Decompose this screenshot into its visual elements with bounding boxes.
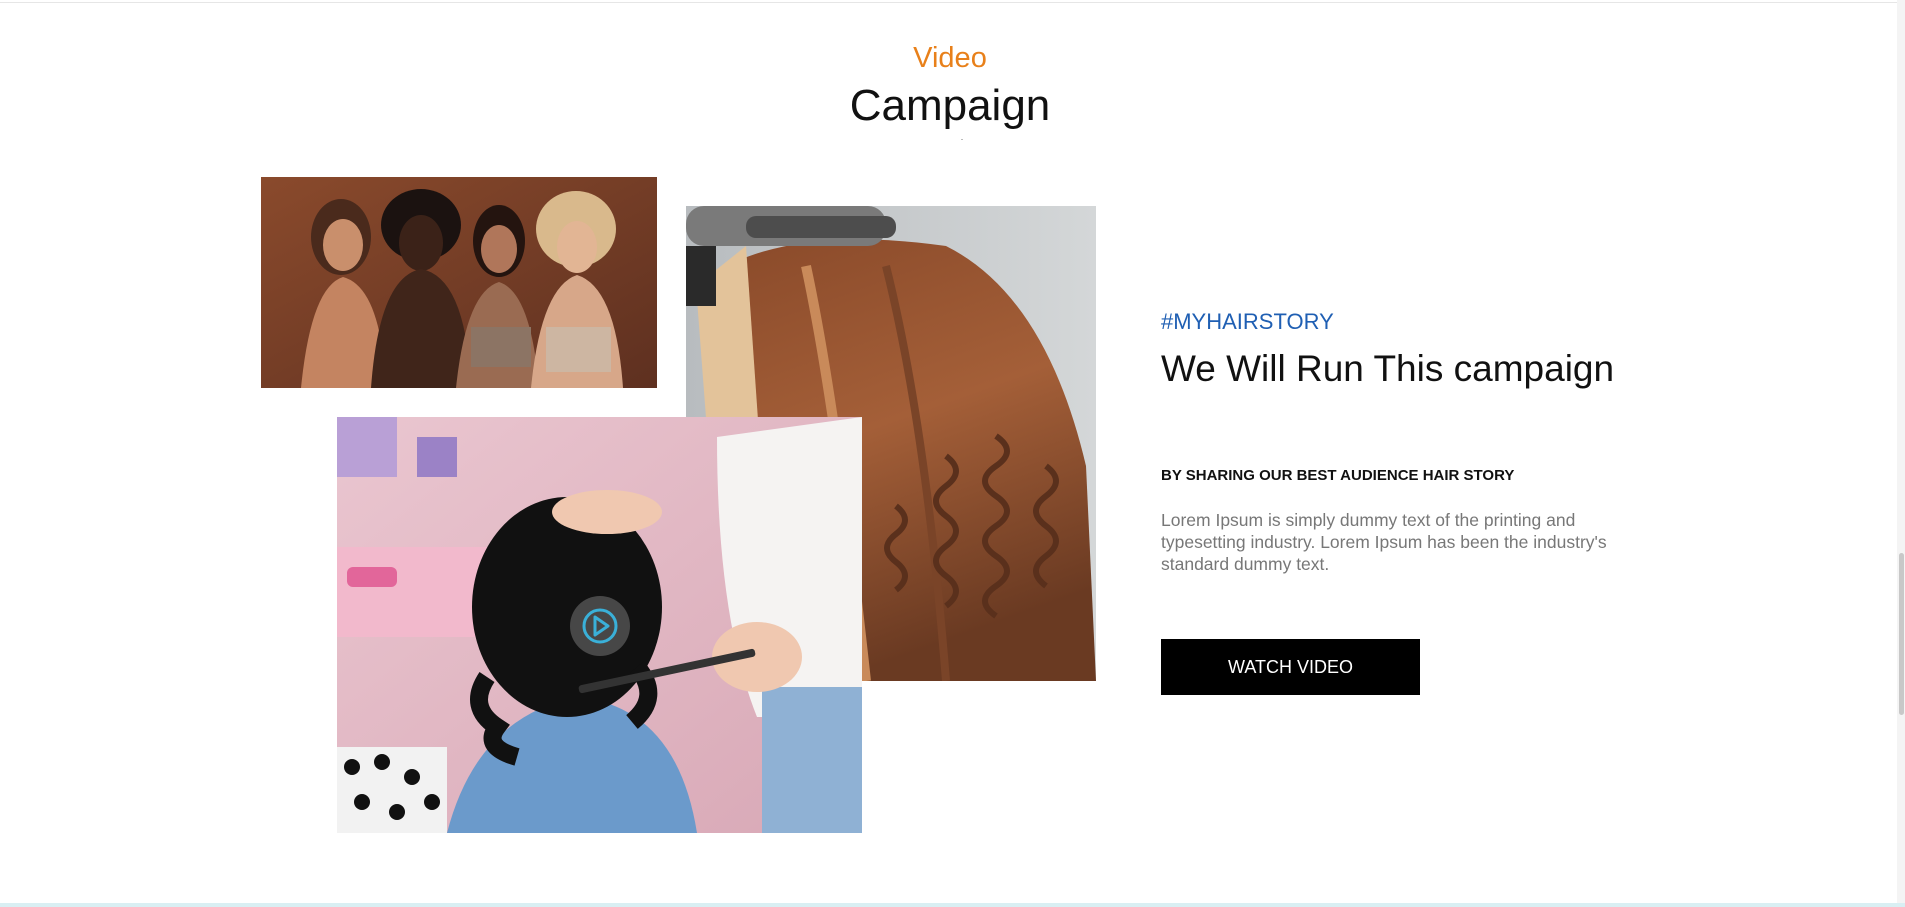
- campaign-hashtag: #MYHAIRSTORY: [1161, 309, 1334, 334]
- play-icon: [582, 608, 618, 644]
- title-divider: [961, 139, 963, 140]
- bottom-divider: [0, 903, 1905, 907]
- group-portrait-image: [261, 177, 657, 388]
- scrollbar-thumb[interactable]: [1899, 553, 1904, 715]
- campaign-description: Lorem Ipsum is simply dummy text of the …: [1161, 510, 1607, 574]
- section-title: Campaign: [849, 81, 1051, 130]
- scrollbar[interactable]: [1897, 0, 1905, 907]
- play-button[interactable]: [570, 596, 630, 656]
- section-eyebrow: Video: [913, 42, 987, 74]
- watch-video-button[interactable]: WATCH VIDEO: [1161, 639, 1420, 695]
- campaign-subhead: BY SHARING OUR BEST AUDIENCE HAIR STORY: [1161, 467, 1515, 484]
- video-campaign-section: Video Campaign #MYHAIRSTORY We Will Run …: [0, 0, 1905, 907]
- campaign-headline: We Will Run This campaign: [1161, 348, 1615, 389]
- top-divider: [0, 2, 1905, 3]
